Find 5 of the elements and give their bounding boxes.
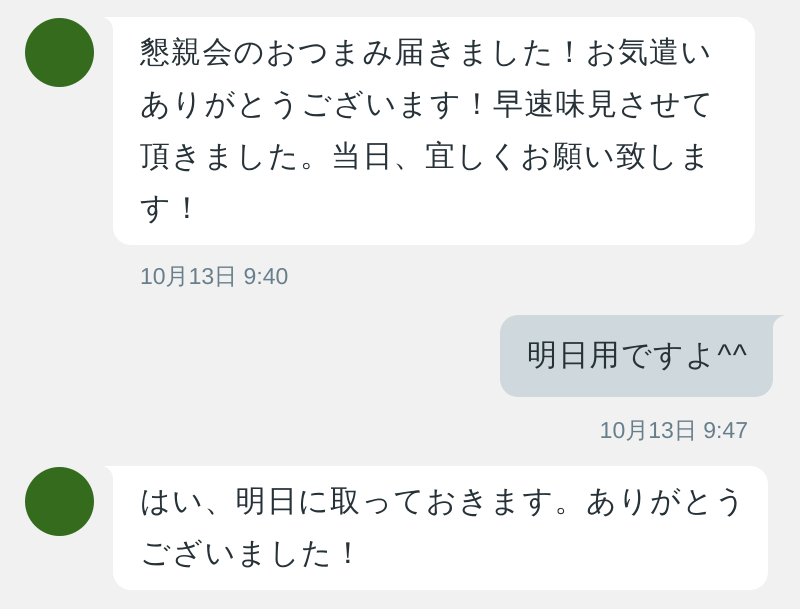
message-text: 明日用ですよ^^ [527, 338, 748, 374]
message-time: 10月13日 9:47 [600, 416, 748, 444]
message-text: 懇親会のおつまみ届きました！お気遣いありがとうございます！早速味見させて頂きました。当日、宜しくお願い致します！ [140, 35, 716, 227]
message-time: 10月13日 9:40 [140, 262, 288, 290]
message-text: はい、明日に取っておきます。ありがとうございました！ [140, 484, 748, 572]
